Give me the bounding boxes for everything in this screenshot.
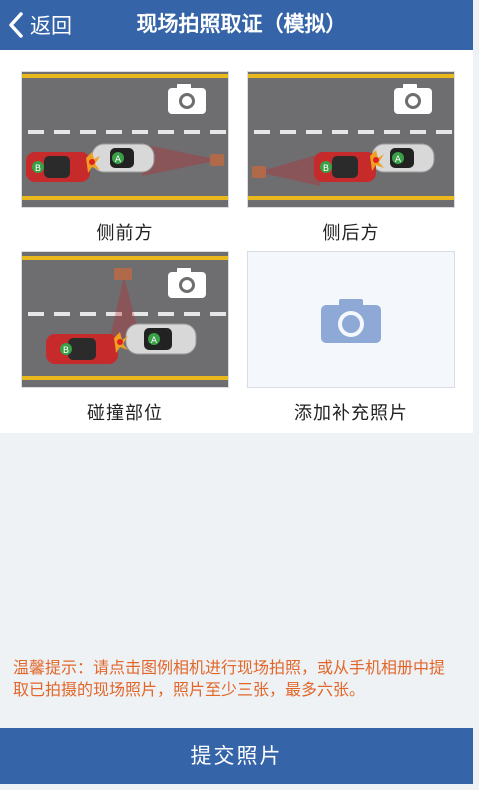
photo-card-label: 碰撞部位 [87,403,163,424]
camera-marker-icon [114,268,132,280]
photo-card-rear-side[interactable]: A B 侧后方 [247,71,455,245]
camera-marker-icon [252,166,266,178]
photo-thumbnail-collision-point[interactable]: A B [21,251,229,388]
photo-thumbnail-front-side[interactable]: A B [21,71,229,208]
camera-icon [321,298,381,343]
accident-diagram-rear-side: A B [248,72,454,207]
car-b: B [26,152,90,182]
add-photo-placeholder[interactable] [247,251,455,388]
car-a-label: A [151,336,158,346]
car-a-label: A [395,155,402,165]
camera-icon[interactable] [168,268,206,298]
photo-thumbnail-rear-side[interactable]: A B [247,71,455,208]
car-b-label: B [63,346,69,356]
photo-card-collision-point[interactable]: A B 碰撞部位 [21,251,229,425]
camera-icon[interactable] [168,84,206,114]
photo-card-label: 侧前方 [96,223,154,244]
camera-icon[interactable] [394,84,432,114]
accident-diagram-front-side: A B [22,72,228,207]
car-b-label: B [323,164,329,174]
photo-grid: A B 侧前方 A B 侧后方 A B 碰撞部位 添加补充照片 [0,50,473,433]
camera-marker-icon [210,154,224,166]
car-b-label: B [35,164,41,174]
car-a: A [91,143,155,173]
photo-card-label: 侧后方 [322,223,380,244]
car-a: A [125,323,197,355]
top-navbar: 返回 现场拍照取证（模拟） [0,0,473,50]
car-a-label: A [115,155,122,165]
page-title: 现场拍照取证（模拟） [136,12,347,36]
photo-card-label: 添加补充照片 [294,403,408,424]
hint-text: 温馨提示：请点击图例相机进行现场拍照，或从手机相册中提取已拍摄的现场照片，照片至… [13,658,446,699]
car-b: B [314,152,376,182]
accident-diagram-collision-point: A B [22,252,228,387]
photo-card-add-extra[interactable]: 添加补充照片 [247,251,455,425]
car-b: B [46,334,118,364]
photo-card-front-side[interactable]: A B 侧前方 [21,71,229,245]
submit-photos-button[interactable]: 提交照片 [0,728,473,784]
